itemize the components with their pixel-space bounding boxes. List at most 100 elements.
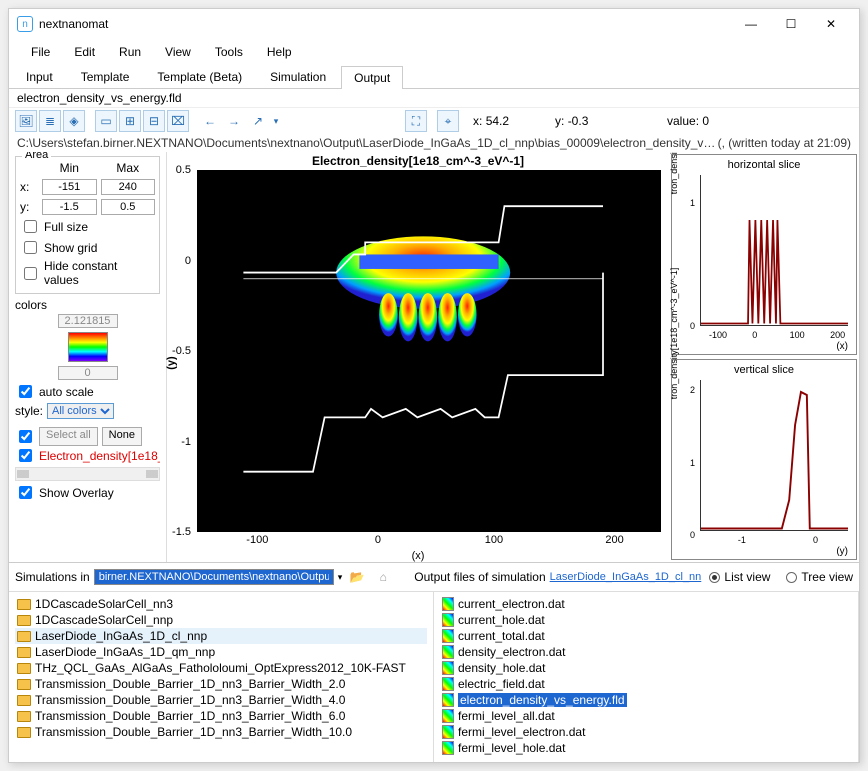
style-select[interactable]: All colors (47, 403, 114, 419)
select-all-button[interactable]: Select all (39, 427, 98, 446)
output-files-label: Output files of simulation (414, 570, 545, 584)
file-item[interactable]: density_hole.dat (440, 660, 852, 676)
show-grid-checkbox[interactable]: Show grid (20, 238, 155, 257)
menu-tools[interactable]: Tools (205, 41, 253, 63)
app-icon: n (17, 16, 33, 32)
folder-icon (17, 679, 31, 690)
file-icon (442, 661, 454, 675)
minimize-button[interactable]: — (731, 11, 771, 37)
max-header: Max (101, 161, 156, 175)
folder-icon (17, 615, 31, 626)
sim-item[interactable]: LaserDiode_InGaAs_1D_qm_nnp (15, 644, 427, 660)
show-overlay-checkbox[interactable]: Show Overlay (15, 483, 160, 502)
home-icon[interactable]: ⌂ (372, 566, 394, 588)
min-header: Min (42, 161, 97, 175)
folder-icon (17, 711, 31, 722)
tab-template[interactable]: Template (68, 65, 143, 88)
folder-icon (17, 647, 31, 658)
menu-file[interactable]: File (21, 41, 60, 63)
file-item[interactable]: current_total.dat (440, 628, 852, 644)
sim-path-input[interactable] (94, 569, 334, 585)
sim-item[interactable]: THz_QCL_GaAs_AlGaAs_Fathololoumi_OptExpr… (15, 660, 427, 676)
sim-item[interactable]: LaserDiode_InGaAs_1D_cl_nnp (15, 628, 427, 644)
color-max-value: 2.121815 (58, 314, 118, 328)
cursor-value-label: value: 0 (655, 114, 745, 128)
y-ticks: 0.5 0 -0.5 -1 -1.5 (167, 170, 195, 532)
tab-template-beta[interactable]: Template (Beta) (144, 65, 255, 88)
nav-forward-icon[interactable]: → (223, 110, 245, 132)
file-item[interactable]: electron_density_vs_energy.fld (440, 692, 852, 708)
output-sim-link[interactable]: LaserDiode_InGaAs_1D_cl_nn (550, 571, 702, 583)
file-icon (442, 613, 454, 627)
image-mode-icon[interactable]: 🖼 (15, 110, 37, 132)
menu-run[interactable]: Run (109, 41, 151, 63)
sim-item[interactable]: Transmission_Double_Barrier_1D_nn3_Barri… (15, 676, 427, 692)
file-icon (442, 629, 454, 643)
tab-output[interactable]: Output (341, 66, 403, 89)
export-icon[interactable]: ↗ (247, 110, 269, 132)
export-dropdown-icon[interactable]: ▾ (271, 110, 281, 132)
file-icon (442, 645, 454, 659)
full-size-checkbox[interactable]: Full size (20, 217, 155, 236)
plot-canvas[interactable] (197, 170, 661, 532)
area-title: Area (22, 152, 51, 161)
simulations-tree[interactable]: 1DCascadeSolarCell_nn31DCascadeSolarCell… (9, 592, 434, 762)
add-pane-icon[interactable]: ⊞ (119, 110, 141, 132)
maximize-button[interactable]: ☐ (771, 11, 811, 37)
remove-pane-icon[interactable]: ⊟ (143, 110, 165, 132)
file-item[interactable]: electric_field.dat (440, 676, 852, 692)
close-button[interactable]: ✕ (811, 11, 851, 37)
sim-item[interactable]: 1DCascadeSolarCell_nn3 (15, 596, 427, 612)
titlebar: n nextnanomat — ☐ ✕ (9, 9, 859, 39)
file-item[interactable]: fermi_level_all.dat (440, 708, 852, 724)
menu-view[interactable]: View (155, 41, 201, 63)
app-title: nextnanomat (39, 17, 731, 31)
output-files-list[interactable]: current_electron.datcurrent_hole.datcurr… (434, 592, 859, 762)
sim-item[interactable]: Transmission_Double_Barrier_1D_nn3_Barri… (15, 708, 427, 724)
x-min-input[interactable] (42, 179, 97, 195)
crosshair-icon[interactable]: ⌖ (437, 110, 459, 132)
file-item[interactable]: fermi_level_hole.dat (440, 740, 852, 756)
tree-view-radio[interactable] (786, 572, 797, 583)
nav-back-icon[interactable]: ← (199, 110, 221, 132)
colorbar-icon (68, 332, 108, 362)
horizontal-slice-plot[interactable]: horizontal slice tron_density[1e18_cm^-3… (671, 154, 857, 355)
file-item[interactable]: fermi_level_electron.dat (440, 724, 852, 740)
auto-scale-checkbox[interactable]: auto scale (15, 382, 160, 401)
file-icon (442, 677, 454, 691)
menu-help[interactable]: Help (257, 41, 302, 63)
list-view-radio[interactable] (709, 572, 720, 583)
file-item[interactable]: current_electron.dat (440, 596, 852, 612)
series-scrollbar[interactable] (15, 467, 160, 481)
hide-const-checkbox[interactable]: Hide constant values (20, 259, 155, 287)
tab-simulation[interactable]: Simulation (257, 65, 339, 88)
file-icon (442, 597, 454, 611)
y-max-input[interactable] (101, 199, 156, 215)
text-mode-icon[interactable]: ≣ (39, 110, 61, 132)
left-panel: Area MinMax x: y: Full size Show grid Hi… (9, 152, 167, 562)
file-item[interactable]: current_hole.dat (440, 612, 852, 628)
x-row-label: x: (20, 180, 38, 194)
sim-item[interactable]: Transmission_Double_Barrier_1D_nn3_Barri… (15, 692, 427, 708)
file-item[interactable]: density_electron.dat (440, 644, 852, 660)
x-max-input[interactable] (101, 179, 156, 195)
series-item[interactable]: Electron_density[1e18_ (15, 446, 160, 465)
series-master-checkbox[interactable] (19, 430, 32, 443)
tab-input[interactable]: Input (13, 65, 66, 88)
clear-pane-icon[interactable]: ⌧ (167, 110, 189, 132)
vertical-slice-plot[interactable]: vertical slice tron_density[1e18_cm^-3_e… (671, 359, 857, 560)
main-plot[interactable]: Electron_density[1e18_cm^-3_eV^-1] (y) 0… (167, 152, 669, 562)
carousel-icon[interactable]: ◈ (63, 110, 85, 132)
none-button[interactable]: None (102, 427, 142, 446)
single-pane-icon[interactable]: ▭ (95, 110, 117, 132)
menu-edit[interactable]: Edit (64, 41, 105, 63)
fullscreen-icon[interactable]: ⛶ (405, 110, 427, 132)
app-window: n nextnanomat — ☐ ✕ File Edit Run View T… (8, 8, 860, 763)
colors-label: colors (15, 298, 160, 312)
sim-item[interactable]: 1DCascadeSolarCell_nnp (15, 612, 427, 628)
open-folder-icon[interactable]: 📂 (346, 566, 368, 588)
y-min-input[interactable] (42, 199, 97, 215)
sim-item[interactable]: Transmission_Double_Barrier_1D_nn3_Barri… (15, 724, 427, 740)
folder-icon (17, 631, 31, 642)
sim-path-dropdown-icon[interactable]: ▾ (338, 572, 343, 583)
